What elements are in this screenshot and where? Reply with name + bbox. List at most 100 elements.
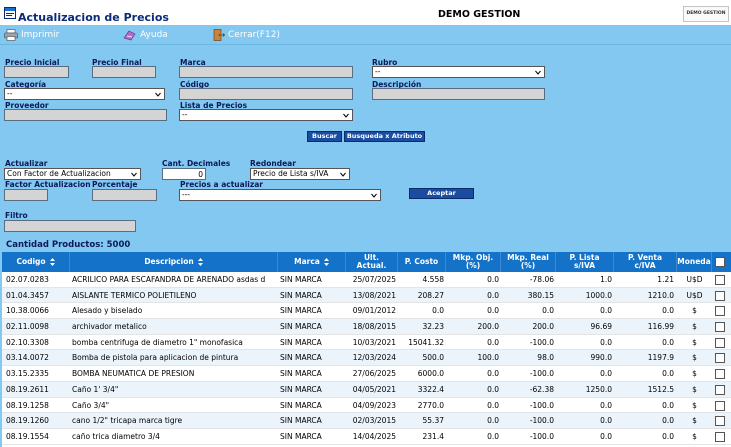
cell-codigo: 01.04.3457 <box>6 290 49 300</box>
cant-decimales-input[interactable] <box>162 168 206 180</box>
row-checkbox[interactable] <box>715 290 725 301</box>
table-row[interactable]: 02.07.0283 ACRILICO PARA ESCAFANDRA DE AR… <box>2 272 731 288</box>
table-row[interactable]: 10.38.0066 Alesado y biselado SIN MARCA 09/… <box>2 303 731 320</box>
rubro-select[interactable]: -- <box>372 66 545 78</box>
cell-venta: 0.0 <box>662 400 674 410</box>
header-ult-actual[interactable]: Ult. Actual. <box>346 252 398 272</box>
row-checkbox[interactable] <box>715 353 725 364</box>
row-checkbox[interactable] <box>715 369 725 380</box>
table-row[interactable]: 08.19.1260 cano 1/2" tricapa marca tigre S… <box>2 413 731 429</box>
header-moneda-label: Moneda <box>677 257 711 266</box>
help-icon <box>123 30 136 40</box>
header-mkp-real[interactable]: Mkp. Real (%) <box>501 252 556 272</box>
redondear-select[interactable]: Precio de Lista s/IVA <box>250 168 350 180</box>
cell-codigo: 08.19.1554 <box>6 431 49 441</box>
cell-lista: 0.0 <box>600 369 612 379</box>
cell-mkp-obj: 200.0 <box>477 322 499 332</box>
close-menu-item[interactable]: Cerrar(F12) <box>211 28 280 42</box>
table-row[interactable]: 03.14.0072 Bomba de pistola para aplicaci… <box>2 350 731 367</box>
row-checkbox[interactable] <box>715 400 725 411</box>
menu-bar: Imprimir Ayuda Cerrar(F12) <box>0 25 731 45</box>
buscar-button[interactable]: Buscar <box>307 131 342 142</box>
lista-precios-select[interactable]: -- <box>179 109 353 121</box>
precio-final-input[interactable] <box>92 66 156 78</box>
select-all-checkbox[interactable] <box>715 257 725 267</box>
cell-moneda: $ <box>692 384 697 394</box>
header-marca-label: Marca <box>294 257 320 266</box>
header-mkp-real-label: Mkp. Real (%) <box>507 253 549 270</box>
row-checkbox[interactable] <box>715 306 725 317</box>
company-name: DEMO GESTION <box>438 9 521 20</box>
table-row[interactable]: 02.10.3308 bomba centrifuga de diametro 1… <box>2 335 731 351</box>
cell-moneda: $ <box>692 337 697 347</box>
cell-costo: 231.4 <box>422 431 444 441</box>
precio-inicial-input[interactable] <box>4 66 69 78</box>
cell-fecha: 14/04/2025 <box>352 431 396 441</box>
table-row[interactable]: 08.19.1554 caño trica diametro 3/4 SIN MAR… <box>2 429 731 445</box>
proveedor-input[interactable] <box>4 109 167 121</box>
header-codigo[interactable]: Codigo <box>2 252 70 272</box>
cell-fecha: 18/08/2015 <box>352 322 396 332</box>
table-row[interactable]: 03.15.2335 BOMBA NEUMATICA DE PRESION SIN … <box>2 366 731 382</box>
aceptar-button[interactable]: Aceptar <box>409 188 474 199</box>
row-checkbox[interactable] <box>715 416 725 427</box>
printer-icon <box>4 28 18 41</box>
header-descripcion[interactable]: Descripcion <box>70 252 278 272</box>
row-checkbox[interactable] <box>715 322 725 333</box>
cell-costo: 2770.0 <box>417 400 444 410</box>
header-p-costo-label: P. Costo <box>404 257 439 266</box>
table-row[interactable]: 08.19.1258 Caño 3/4" SIN MARCA 04/09/2023 27… <box>2 398 731 414</box>
row-checkbox[interactable] <box>715 384 725 395</box>
cell-codigo: 08.19.2611 <box>6 384 49 394</box>
cell-moneda: $ <box>692 353 697 363</box>
header-marca[interactable]: Marca <box>278 252 346 272</box>
cell-venta: 116.99 <box>647 322 674 332</box>
cell-costo: 208.27 <box>417 290 444 300</box>
table-row[interactable]: 01.04.3457 AISLANTE TERMICO POLIETILENO SI… <box>2 287 731 304</box>
product-count: Cantidad Productos: 5000 <box>6 240 131 250</box>
row-checkbox[interactable] <box>715 337 725 348</box>
header-moneda[interactable]: Moneda <box>677 252 712 272</box>
header-p-venta[interactable]: P. Venta c/IVA <box>614 252 677 272</box>
cell-codigo: 08.19.1260 <box>6 416 49 426</box>
header-p-lista[interactable]: P. Lista s/IVA <box>556 252 614 272</box>
categoria-value: -- <box>7 89 13 98</box>
row-checkbox[interactable] <box>715 275 725 285</box>
cell-costo: 4.558 <box>422 275 444 284</box>
factor-input[interactable] <box>4 189 48 201</box>
cell-descripcion: AISLANTE TERMICO POLIETILENO <box>72 290 197 300</box>
cell-lista: 0.0 <box>600 306 612 316</box>
help-menu-item[interactable]: Ayuda <box>123 28 168 42</box>
codigo-input[interactable] <box>179 88 353 100</box>
precios-actualizar-select[interactable]: --- <box>179 189 381 201</box>
header-p-costo[interactable]: P. Costo <box>398 252 446 272</box>
app-window-icon <box>4 7 16 19</box>
actualizar-select[interactable]: Con Factor de Actualizacion <box>4 168 141 180</box>
header-p-venta-label: P. Venta c/IVA <box>627 253 663 270</box>
cell-costo: 6000.0 <box>417 369 444 379</box>
table-row[interactable]: 02.11.0098 archivador metalico SIN MARCA 18… <box>2 319 731 335</box>
cell-descripcion: Caño 1' 3/4" <box>72 384 119 394</box>
filtro-input[interactable] <box>4 220 136 232</box>
cell-codigo: 10.38.0066 <box>6 306 49 316</box>
descripcion-input[interactable] <box>372 88 545 100</box>
porcentaje-input[interactable] <box>92 189 157 201</box>
cell-fecha: 04/09/2023 <box>352 400 396 410</box>
row-checkbox[interactable] <box>715 431 725 442</box>
print-menu-item[interactable]: Imprimir <box>4 28 59 42</box>
table-row[interactable]: 08.19.2611 Caño 1' 3/4" SIN MARCA 04/05/202… <box>2 381 731 398</box>
categoria-select[interactable]: -- <box>4 88 165 100</box>
sort-icon <box>197 258 203 266</box>
cell-moneda: U$D <box>686 275 703 284</box>
cell-lista: 990.0 <box>590 353 612 363</box>
cell-mkp-obj: 0.0 <box>487 290 499 300</box>
busqueda-atributo-button[interactable]: Busqueda x Atributo <box>344 131 425 142</box>
cell-mkp-real: -100.0 <box>529 416 554 426</box>
chevron-down-icon <box>371 193 377 198</box>
cell-marca: SIN MARCA <box>280 290 322 300</box>
cell-codigo: 02.07.0283 <box>6 275 49 284</box>
sort-icon <box>49 258 55 266</box>
marca-input[interactable] <box>179 66 353 78</box>
header-mkp-obj[interactable]: Mkp. Obj. (%) <box>446 252 501 272</box>
chevron-down-icon <box>155 92 161 97</box>
